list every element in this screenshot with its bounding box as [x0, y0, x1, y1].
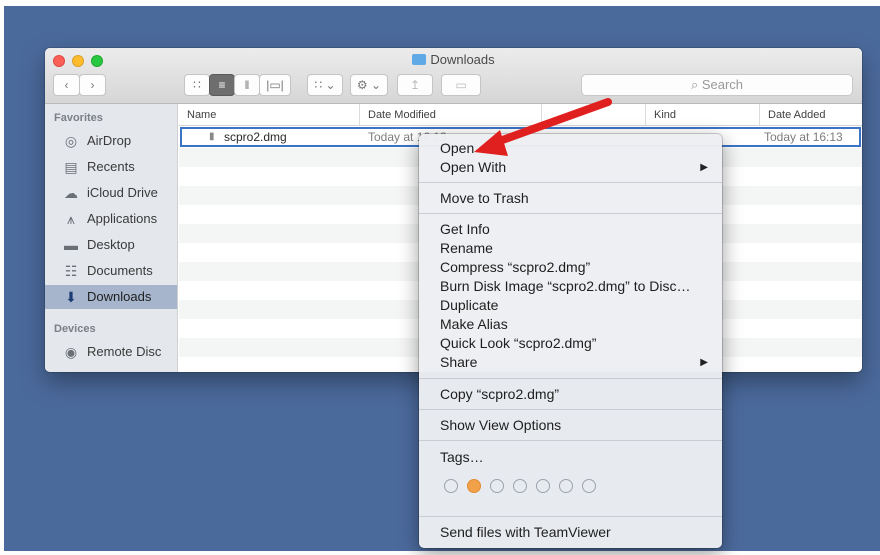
icon-view-button[interactable]: ∷ — [184, 74, 210, 96]
tag-gray[interactable] — [582, 479, 596, 493]
folder-icon — [412, 54, 427, 65]
menu-item-compress[interactable]: Compress “scpro2.dmg” — [419, 258, 722, 277]
forward-button[interactable]: › — [79, 74, 106, 96]
menu-item-duplicate[interactable]: Duplicate — [419, 296, 722, 315]
submenu-arrow-icon: ▶ — [700, 162, 708, 173]
tag-yellow[interactable] — [490, 479, 504, 493]
columns-icon: ‖ — [244, 78, 250, 92]
menu-separator — [419, 378, 722, 379]
action-button[interactable]: ⚙ ⌄ — [350, 74, 388, 96]
tags-button[interactable]: ▭ — [441, 74, 481, 96]
menu-separator — [419, 440, 722, 441]
frame-bottom-edge — [0, 551, 880, 555]
search-field[interactable]: ⌕ Search — [581, 74, 853, 96]
documents-icon: ☷ — [64, 263, 78, 279]
menu-item-copy[interactable]: Copy “scpro2.dmg” — [419, 385, 722, 404]
column-view-button[interactable]: ‖ — [234, 74, 260, 96]
column-kind[interactable]: Kind — [645, 104, 759, 126]
title-bar: Downloads ‹ › ∷ ≡ ‖ |▭| ∷ ⌄ ⚙ ⌄ ↥ ▭ ⌕ Se… — [45, 48, 862, 104]
column-date-modified[interactable]: Date Modified — [359, 104, 541, 126]
sidebar-item-remote-disc[interactable]: ◉ Remote Disc — [45, 340, 177, 364]
menu-item-make-alias[interactable]: Make Alias — [419, 315, 722, 334]
cloud-icon: ☁ — [64, 185, 78, 201]
list-view-button[interactable]: ≡ — [209, 74, 235, 96]
gallery-icon: |▭| — [266, 78, 284, 92]
gallery-view-button[interactable]: |▭| — [259, 74, 291, 96]
gear-icon: ⚙ ⌄ — [356, 78, 382, 92]
sidebar-item-airdrop[interactable]: ◎ AirDrop — [45, 129, 177, 153]
menu-item-open[interactable]: Open — [419, 139, 722, 158]
search-placeholder: Search — [701, 77, 744, 92]
menu-item-quick-look[interactable]: Quick Look “scpro2.dmg” — [419, 334, 722, 353]
airdrop-icon: ◎ — [64, 133, 78, 149]
file-date-added: Today at 16:13 — [764, 130, 843, 144]
submenu-arrow-icon: ▶ — [700, 357, 708, 368]
tag-blue[interactable] — [536, 479, 550, 493]
share-icon: ↥ — [409, 78, 421, 92]
tag-icon: ▭ — [455, 78, 467, 92]
menu-item-show-view-options[interactable]: Show View Options — [419, 416, 722, 435]
menu-item-open-with[interactable]: Open With ▶ — [419, 158, 722, 177]
menu-item-get-info[interactable]: Get Info — [419, 220, 722, 239]
menu-separator — [419, 213, 722, 214]
devices-header: Devices — [54, 323, 96, 335]
tag-orange[interactable] — [467, 479, 481, 493]
sidebar-item-documents[interactable]: ☷ Documents — [45, 259, 177, 283]
group-icon: ∷ ⌄ — [314, 78, 336, 92]
grid-icon: ∷ — [193, 78, 201, 92]
dmg-file-icon: ▮ — [209, 131, 215, 142]
sidebar-item-downloads[interactable]: ⬇ Downloads — [45, 285, 177, 309]
menu-item-move-to-trash[interactable]: Move to Trash — [419, 189, 722, 208]
tag-green[interactable] — [513, 479, 527, 493]
recents-icon: ▤ — [64, 159, 78, 175]
disc-icon: ◉ — [64, 344, 78, 360]
sidebar: Favorites ◎ AirDrop ▤ Recents ☁ iCloud D… — [45, 104, 178, 372]
applications-icon: ⩚ — [67, 211, 75, 227]
menu-item-send-teamviewer[interactable]: Send files with TeamViewer — [419, 523, 722, 542]
desktop-icon: ▬ — [64, 237, 78, 253]
sidebar-item-applications[interactable]: ⩚ Applications — [45, 207, 177, 231]
column-size[interactable] — [541, 104, 645, 126]
menu-separator — [419, 409, 722, 410]
favorites-header: Favorites — [54, 112, 103, 124]
list-icon: ≡ — [218, 78, 226, 92]
menu-separator — [419, 182, 722, 183]
column-header-row: Name Date Modified Kind Date Added — [179, 104, 862, 126]
column-name[interactable]: Name — [179, 104, 359, 126]
context-menu: Open Open With ▶ Move to Trash Get Info … — [419, 134, 722, 548]
menu-item-burn-disk-image[interactable]: Burn Disk Image “scpro2.dmg” to Disc… — [419, 277, 722, 296]
chevron-right-icon: › — [90, 78, 95, 92]
tag-red[interactable] — [444, 479, 458, 493]
menu-item-tags[interactable]: Tags… — [419, 448, 722, 467]
sidebar-item-recents[interactable]: ▤ Recents — [45, 155, 177, 179]
file-name: scpro2.dmg — [224, 130, 287, 144]
menu-item-rename[interactable]: Rename — [419, 239, 722, 258]
frame-left-edge — [0, 0, 4, 555]
menu-separator — [419, 516, 722, 517]
downloads-icon: ⬇ — [65, 289, 77, 305]
menu-item-share[interactable]: Share ▶ — [419, 353, 722, 372]
sidebar-item-icloud-drive[interactable]: ☁ iCloud Drive — [45, 181, 177, 205]
tag-purple[interactable] — [559, 479, 573, 493]
chevron-left-icon: ‹ — [64, 78, 69, 92]
group-by-button[interactable]: ∷ ⌄ — [307, 74, 343, 96]
back-button[interactable]: ‹ — [53, 74, 80, 96]
frame-top-edge — [0, 0, 880, 6]
search-icon: ⌕ — [690, 77, 699, 92]
sidebar-item-desktop[interactable]: ▬ Desktop — [45, 233, 177, 257]
column-date-added[interactable]: Date Added — [759, 104, 862, 126]
window-title: Downloads — [45, 52, 862, 67]
share-button[interactable]: ↥ — [397, 74, 433, 96]
